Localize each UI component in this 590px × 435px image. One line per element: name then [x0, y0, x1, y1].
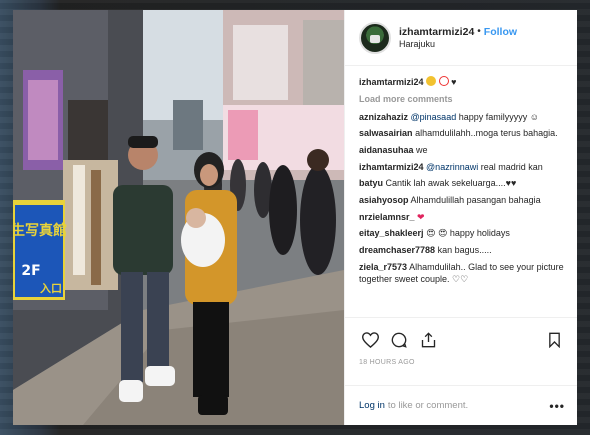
comment-mention[interactable]: @pinasaad — [411, 112, 457, 122]
comment-item: dreamchaser7788 kan bagus..... — [359, 244, 565, 256]
post-modal: 生写真館 2F 入口 izhamtarmizi24 • Follow Haraj… — [13, 10, 577, 425]
load-more-comments-button[interactable]: Load more comments — [359, 93, 565, 105]
comment-mention[interactable]: @nazrinnawi — [426, 162, 478, 172]
post-header: izhamtarmizi24 • Follow Harajuku — [345, 10, 577, 66]
caption-emoji-icons: ♥ — [426, 76, 456, 87]
comment-item: aidanasuhaa we — [359, 144, 565, 156]
comment-item: asiahyosop Alhamdulillah pasangan bahagi… — [359, 194, 565, 206]
post-photo[interactable]: 生写真館 2F 入口 — [13, 10, 344, 425]
comment-username[interactable]: izhamtarmizi24 — [359, 162, 424, 172]
comment-username[interactable]: batyu — [359, 178, 383, 188]
man-figure — [113, 185, 173, 275]
comment-text: kan bagus..... — [437, 244, 492, 255]
comment-text: Alhamdulillah pasangan bahagia — [410, 194, 541, 205]
caption: izhamtarmizi24 ♥ — [359, 76, 565, 88]
comment-username[interactable]: dreamchaser7788 — [359, 245, 435, 255]
comment-text: 😍 😍 happy holidays — [426, 228, 510, 239]
comment-icon[interactable] — [388, 329, 410, 351]
comment-username[interactable]: nrzielamnsr_ — [359, 212, 415, 222]
comment-item: salwasairian alhamdulilahh..moga terus b… — [359, 127, 565, 139]
follow-button[interactable]: Follow — [484, 26, 517, 38]
comment-text: real madrid kan — [480, 161, 543, 172]
comment-item: izhamtarmizi24 @nazrinnawi real madrid k… — [359, 161, 565, 173]
comment-username[interactable]: ziela_r7573 — [359, 262, 407, 272]
comment-item: nrzielamnsr_ ❤ — [359, 211, 565, 223]
login-link[interactable]: Log in — [359, 400, 385, 411]
comment-text: happy familyyyyy — [458, 111, 528, 122]
sign-text-3: 入口 — [40, 282, 62, 295]
smile-emoji-icon: ☺ — [529, 111, 539, 122]
share-icon[interactable] — [417, 329, 439, 351]
comment-username[interactable]: salwasairian — [359, 128, 413, 138]
post-sidebar: izhamtarmizi24 • Follow Harajuku izhamta… — [344, 10, 577, 425]
street-photo-illustration: 生写真館 2F 入口 — [13, 10, 344, 425]
heart-icon[interactable] — [359, 329, 381, 351]
avatar[interactable] — [359, 21, 391, 54]
post-actions: 18 HOURS AGO — [345, 317, 577, 385]
header-separator: • — [477, 26, 481, 38]
bookmark-icon[interactable] — [543, 329, 565, 351]
comment-text: we — [416, 145, 428, 156]
comment-item: ziela_r7573 Alhamdulilah.. Glad to see y… — [359, 261, 565, 285]
login-prompt-text: to like or comment. — [387, 400, 469, 411]
comment-text: alhamdulilahh..moga terus bahagia. — [415, 128, 558, 139]
comment-item: eitay_shakleerj 😍 😍 happy holidays — [359, 227, 565, 239]
comment-item: batyu Cantik lah awak sekeluarga....♥♥ — [359, 177, 565, 189]
caption-username[interactable]: izhamtarmizi24 — [359, 77, 424, 87]
comment-username[interactable]: aidanasuhaa — [359, 145, 414, 155]
login-prompt: Log in to like or comment. ••• — [345, 385, 577, 425]
comment-text: Cantik lah awak sekeluarga....♥♥ — [385, 178, 517, 189]
comment-username[interactable]: asiahyosop — [359, 195, 409, 205]
comment-item: aznizahaziz @pinasaad happy familyyyyy ☺ — [359, 111, 565, 123]
sign-text-2: 2F — [21, 263, 40, 279]
comment-list[interactable]: izhamtarmizi24 ♥ Load more comments azni… — [345, 66, 577, 317]
comment-username[interactable]: aznizahaziz — [359, 112, 408, 122]
sign-text-1: 生写真館 — [13, 222, 67, 239]
comment-username[interactable]: eitay_shakleerj — [359, 228, 424, 238]
post-username[interactable]: izhamtarmizi24 — [399, 26, 474, 38]
post-timestamp: 18 HOURS AGO — [359, 359, 415, 366]
post-location[interactable]: Harajuku — [399, 39, 517, 49]
more-options-icon[interactable]: ••• — [549, 399, 565, 413]
comment-text: ❤ — [417, 211, 425, 222]
